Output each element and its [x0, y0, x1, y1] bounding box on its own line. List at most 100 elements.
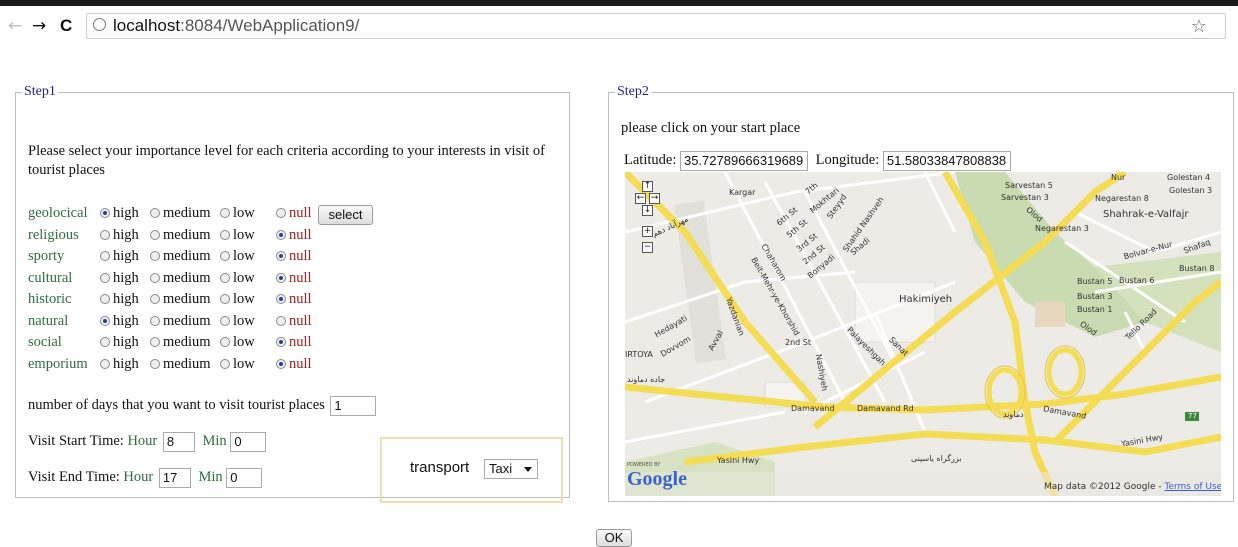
radio-high[interactable]: high	[100, 332, 139, 352]
radio-high[interactable]: high	[100, 203, 139, 223]
radio-label-high: high	[113, 226, 139, 243]
radio-button-low[interactable]	[220, 337, 230, 347]
radio-button-low[interactable]	[220, 294, 230, 304]
radio-medium[interactable]: medium	[150, 225, 211, 245]
radio-null[interactable]: null	[276, 246, 312, 266]
transport-selected-value: Taxi	[489, 461, 513, 476]
bookmark-star-icon[interactable]: ☆	[1191, 16, 1207, 37]
transport-select[interactable]: Taxi	[484, 459, 538, 479]
longitude-input[interactable]: 51.58033847808838	[882, 150, 1011, 171]
radio-low[interactable]: low	[220, 246, 255, 266]
radio-low[interactable]: low	[220, 289, 255, 309]
radio-button-medium[interactable]	[150, 294, 160, 304]
map-label-bustan3: Bustan 3	[1077, 292, 1113, 301]
radio-null[interactable]: null	[276, 203, 312, 223]
radio-medium[interactable]: medium	[150, 203, 211, 223]
radio-null[interactable]: null	[276, 311, 312, 331]
address-bar[interactable]: localhost:8084/WebApplication9/ ☆	[86, 13, 1226, 39]
radio-button-high[interactable]	[100, 251, 110, 261]
radio-button-low[interactable]	[220, 208, 230, 218]
page-info-icon[interactable]	[93, 18, 106, 31]
radio-button-high[interactable]	[100, 272, 110, 283]
end-min-input[interactable]: 0	[226, 467, 263, 488]
radio-medium[interactable]: medium	[150, 268, 211, 288]
longitude-label: Longitude:	[815, 152, 880, 168]
radio-low[interactable]: low	[220, 203, 255, 223]
select-button[interactable]: select	[318, 205, 373, 225]
radio-medium[interactable]: medium	[150, 289, 211, 309]
radio-button-null[interactable]	[276, 337, 286, 347]
radio-button-medium[interactable]	[150, 315, 160, 326]
radio-button-medium[interactable]	[150, 229, 160, 240]
radio-high[interactable]: high	[100, 225, 139, 245]
pan-right-icon[interactable]: →	[649, 193, 660, 204]
radio-button-high[interactable]	[100, 358, 110, 369]
start-min-input[interactable]: 0	[230, 431, 267, 452]
radio-button-null[interactable]	[276, 229, 286, 240]
radio-button-high[interactable]	[100, 229, 110, 240]
radio-low[interactable]: low	[220, 225, 255, 245]
radio-button-null[interactable]	[276, 272, 286, 283]
radio-high[interactable]: high	[100, 354, 139, 374]
radio-button-null[interactable]	[276, 358, 286, 369]
radio-button-medium[interactable]	[150, 208, 160, 218]
zoom-in-icon[interactable]: +	[642, 226, 653, 237]
radio-button-null[interactable]	[276, 315, 286, 326]
radio-button-high[interactable]	[100, 337, 110, 347]
map-label-damavand-rd: Damavand Rd	[857, 404, 914, 413]
radio-button-high[interactable]	[100, 208, 110, 218]
radio-high[interactable]: high	[100, 289, 139, 309]
radio-button-high[interactable]	[100, 294, 110, 304]
radio-button-low[interactable]	[220, 315, 230, 326]
radio-button-low[interactable]	[220, 229, 230, 240]
end-hour-input[interactable]: 17	[158, 467, 191, 488]
days-input[interactable]: 1	[330, 395, 377, 416]
map-attribution: Map data ©2012 Google - Terms of Use	[1044, 482, 1221, 492]
zoom-out-icon[interactable]: −	[642, 242, 653, 253]
radio-null[interactable]: null	[276, 268, 312, 288]
radio-button-high[interactable]	[100, 315, 110, 326]
radio-null[interactable]: null	[276, 332, 312, 352]
forward-button[interactable]: →	[32, 16, 46, 36]
radio-high[interactable]: high	[100, 311, 139, 331]
map-canvas[interactable]: Kargar Sarvestan 5 Sarvestan 3 Nur Goles…	[625, 172, 1221, 496]
criteria-name: natural	[28, 312, 69, 329]
radio-high[interactable]: high	[100, 268, 139, 288]
radio-label-medium: medium	[163, 205, 211, 221]
radio-low[interactable]: low	[220, 311, 255, 331]
ok-button[interactable]: OK	[596, 529, 632, 547]
radio-medium[interactable]: medium	[150, 354, 211, 374]
radio-button-low[interactable]	[220, 358, 230, 369]
pan-up-icon[interactable]: ↑	[642, 181, 653, 192]
radio-button-medium[interactable]	[150, 251, 160, 261]
radio-button-low[interactable]	[220, 272, 230, 283]
radio-button-null[interactable]	[276, 294, 286, 304]
back-button[interactable]: ←	[8, 16, 22, 36]
latitude-input[interactable]: 35.72789666319689	[679, 150, 808, 171]
radio-medium[interactable]: medium	[150, 311, 211, 331]
radio-label-low: low	[233, 205, 255, 221]
radio-label-null: null	[289, 226, 312, 243]
start-hour-input[interactable]: 8	[162, 431, 195, 452]
radio-label-null: null	[289, 334, 312, 350]
radio-low[interactable]: low	[220, 268, 255, 288]
radio-low[interactable]: low	[220, 332, 255, 352]
radio-low[interactable]: low	[220, 354, 255, 374]
radio-button-medium[interactable]	[150, 358, 160, 369]
radio-null[interactable]: null	[276, 225, 312, 245]
radio-null[interactable]: null	[276, 289, 312, 309]
coordinates-row: Latitude: 35.72789666319689 Longitude: 5…	[624, 150, 1011, 171]
pan-down-icon[interactable]: ↓	[642, 205, 653, 216]
radio-button-medium[interactable]	[150, 337, 160, 347]
radio-medium[interactable]: medium	[150, 332, 211, 352]
radio-button-null[interactable]	[276, 208, 286, 218]
radio-medium[interactable]: medium	[150, 246, 211, 266]
terms-of-use-link[interactable]: Terms of Use	[1164, 482, 1221, 492]
radio-button-null[interactable]	[276, 251, 286, 261]
radio-high[interactable]: high	[100, 246, 139, 266]
pan-left-icon[interactable]: ←	[635, 193, 646, 204]
radio-button-low[interactable]	[220, 251, 230, 261]
radio-null[interactable]: null	[276, 354, 312, 374]
radio-button-medium[interactable]	[150, 272, 160, 283]
reload-button[interactable]: C	[60, 16, 72, 36]
